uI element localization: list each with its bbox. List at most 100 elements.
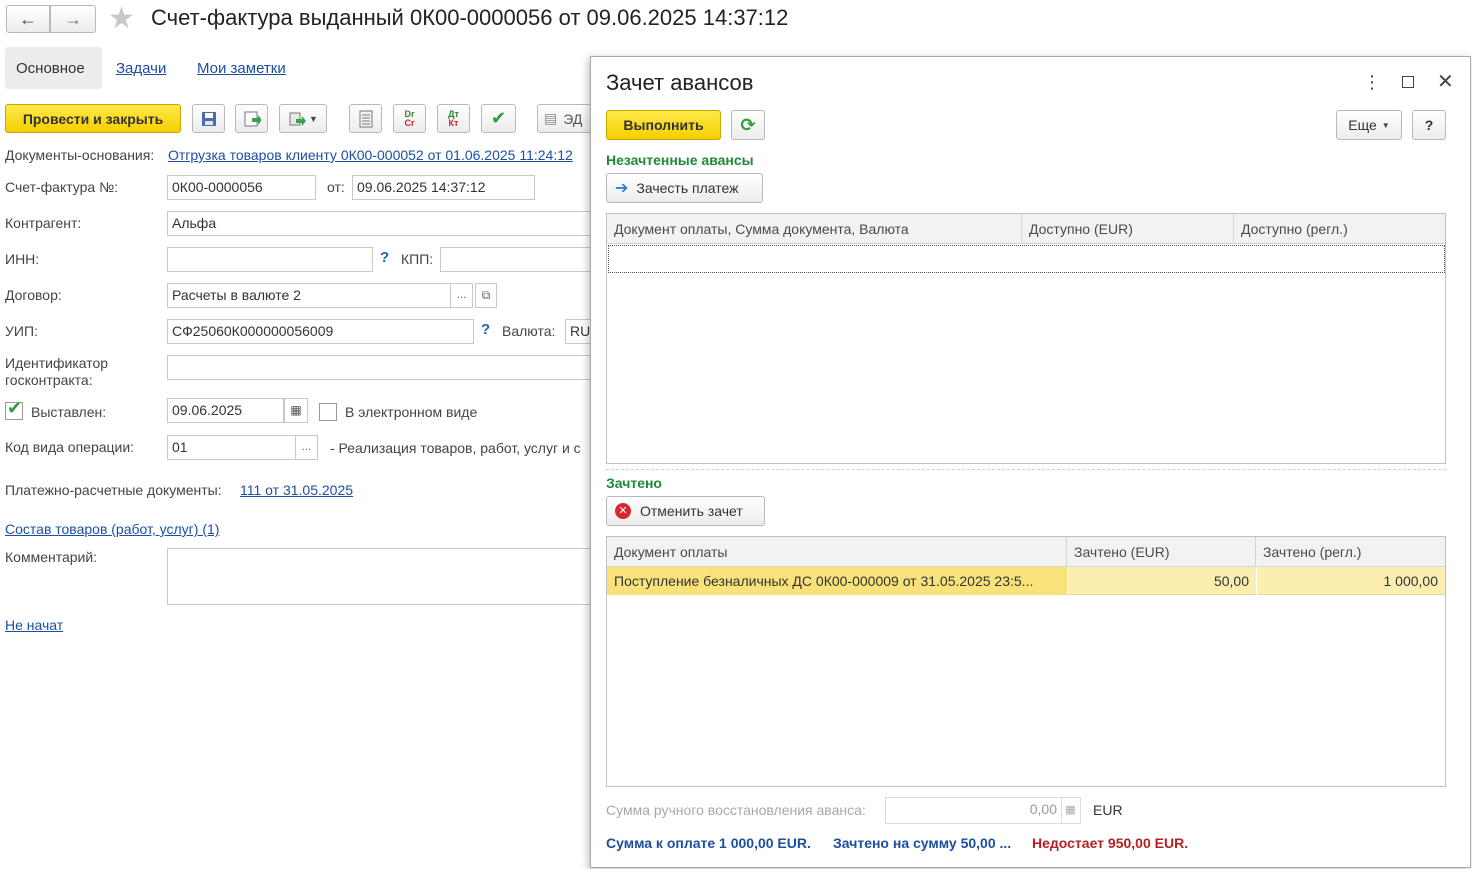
op-code-select-button[interactable]: ...	[296, 435, 318, 460]
gov-contract-field[interactable]	[167, 355, 592, 380]
create-based-on-button[interactable]: ▼	[279, 104, 327, 133]
tab-tasks[interactable]: Задачи	[116, 60, 166, 77]
section-divider	[606, 469, 1446, 470]
favorite-star-icon[interactable]: ★	[108, 2, 135, 36]
applied-grid-header: Документ оплаты Зачтено (EUR) Зачтено (р…	[607, 537, 1445, 567]
unapplied-section-title: Незачтенные авансы	[606, 152, 754, 168]
issued-label: Выставлен:	[31, 404, 107, 420]
chevron-down-icon: ▼	[309, 113, 318, 124]
electronic-label: В электронном виде	[345, 404, 478, 420]
issued-date-field[interactable]: 09.06.2025	[167, 398, 284, 423]
calculator-button[interactable]: ▦	[1061, 797, 1081, 824]
kpp-field[interactable]	[440, 247, 592, 272]
status-link[interactable]: Не начат	[5, 617, 63, 633]
electronic-checkbox[interactable]	[319, 403, 337, 421]
more-button[interactable]: Еще ▼	[1336, 110, 1402, 140]
goods-composition-link[interactable]: Состав товаров (работ, услуг) (1)	[5, 521, 219, 537]
summary-applied: Зачтено на сумму 50,00 ...	[833, 835, 1012, 851]
calendar-button[interactable]: ▦	[284, 398, 308, 423]
cancel-apply-label: Отменить зачет	[640, 503, 743, 519]
contract-field[interactable]: Расчеты в валюте 2	[167, 283, 451, 308]
empty-row-focus[interactable]	[608, 245, 1445, 273]
op-code-field[interactable]: 01	[167, 435, 296, 460]
chevron-down-icon: ▼	[1381, 120, 1390, 130]
checkmark-icon: ✔	[490, 108, 507, 128]
payment-docs-link[interactable]: 111 от 31.05.2025	[240, 482, 353, 498]
basis-link[interactable]: Отгрузка товаров клиенту 0К00-000052 от …	[168, 147, 573, 163]
column-header[interactable]: Зачтено (регл.)	[1256, 537, 1445, 567]
post-button[interactable]	[235, 104, 268, 133]
edo-button[interactable]: ▤ ЭД	[537, 104, 597, 133]
list-report-button[interactable]	[349, 104, 382, 133]
post-and-close-button[interactable]: Провести и закрыть	[5, 104, 181, 133]
apply-payment-button[interactable]: ➔ Зачесть платеж	[606, 173, 763, 203]
column-header[interactable]: Документ оплаты, Сумма документа, Валюта	[607, 214, 1022, 244]
edo-icon: ▤	[544, 110, 558, 126]
op-code-description: - Реализация товаров, работ, услуг и с	[330, 440, 581, 456]
inn-label: ИНН:	[5, 251, 40, 267]
contract-label: Договор:	[5, 287, 62, 303]
create-based-icon	[289, 112, 307, 126]
column-header[interactable]: Документ оплаты	[607, 537, 1067, 567]
from-label: от:	[327, 179, 345, 195]
execute-button[interactable]: Выполнить	[606, 110, 721, 140]
op-code-label: Код вида операции:	[5, 439, 135, 455]
summary-missing: Недостает 950,00 EUR.	[1032, 835, 1189, 851]
applied-section-title: Зачтено	[606, 475, 662, 491]
currency-label: Валюта:	[502, 323, 556, 339]
manual-restore-field[interactable]: 0,00	[885, 797, 1062, 824]
save-button[interactable]	[192, 104, 225, 133]
maximize-icon[interactable]	[1402, 76, 1414, 88]
applied-row-doc: Поступление безналичных ДС 0К00-000009 о…	[607, 567, 1067, 595]
help-button[interactable]: ?	[1412, 110, 1446, 140]
counterparty-field[interactable]: Альфа	[167, 211, 592, 236]
invoice-number-field[interactable]: 0К00-0000056	[167, 175, 316, 200]
comment-field[interactable]	[167, 548, 592, 605]
document-list-icon	[359, 110, 372, 127]
dt-kt-button[interactable]: Дт Кт	[437, 104, 470, 133]
cancel-circle-icon: ✕	[615, 503, 631, 519]
column-header[interactable]: Доступно (EUR)	[1022, 214, 1234, 244]
dr-cr-icon: Dr Cr	[404, 108, 415, 128]
inn-field[interactable]	[167, 247, 373, 272]
comment-label: Комментарий:	[5, 549, 98, 565]
apply-payment-label: Зачесть платеж	[636, 180, 739, 196]
column-header[interactable]: Зачтено (EUR)	[1067, 537, 1256, 567]
checkmark-icon: ✔	[7, 398, 23, 418]
uip-field[interactable]: СФ25060К000000056009	[167, 319, 474, 344]
forward-button[interactable]: →	[50, 5, 96, 33]
uip-help-icon[interactable]: ?	[481, 321, 490, 338]
gov-id-label-2: госконтракта:	[5, 372, 93, 388]
tab-notes[interactable]: Мои заметки	[197, 60, 286, 77]
manual-restore-label: Сумма ручного восстановления аванса:	[606, 802, 866, 818]
check-button[interactable]: ✔	[481, 104, 516, 133]
back-button[interactable]: ←	[6, 5, 50, 33]
issued-checkbox[interactable]: ✔	[5, 398, 23, 420]
contract-open-icon[interactable]: ⧉	[475, 283, 497, 308]
manual-restore-currency: EUR	[1093, 802, 1123, 818]
counterparty-label: Контрагент:	[5, 215, 82, 231]
invoice-date-field[interactable]: 09.06.2025 14:37:12	[352, 175, 535, 200]
uip-label: УИП:	[5, 323, 38, 339]
invoice-number-label: Счет-фактура №:	[5, 179, 119, 195]
post-document-icon	[244, 111, 261, 126]
inn-help-icon[interactable]: ?	[380, 249, 389, 266]
table-row[interactable]: Поступление безналичных ДС 0К00-000009 о…	[607, 567, 1445, 595]
more-vertical-icon[interactable]: ⋮	[1363, 72, 1381, 92]
tab-main-label[interactable]: Основное	[16, 60, 85, 77]
arrow-right-icon: →	[64, 8, 82, 29]
summary-total: Сумма к оплате 1 000,00 EUR.	[606, 835, 811, 851]
payment-docs-label: Платежно-расчетные документы:	[5, 482, 222, 498]
gov-id-label-1: Идентификатор	[5, 355, 109, 371]
refresh-icon: ⟳	[740, 114, 756, 135]
calendar-icon: ▦	[290, 403, 302, 417]
arrow-right-icon: ➔	[615, 180, 629, 197]
arrow-left-icon: ←	[19, 8, 37, 29]
dr-cr-button[interactable]: Dr Cr	[393, 104, 426, 133]
column-header[interactable]: Доступно (регл.)	[1234, 214, 1445, 244]
refresh-button[interactable]: ⟳	[731, 110, 765, 140]
close-icon[interactable]: ✕	[1437, 70, 1454, 94]
cancel-apply-button[interactable]: ✕ Отменить зачет	[606, 496, 765, 526]
contract-select-button[interactable]: ...	[451, 283, 473, 308]
window-title: Счет-фактура выданный 0К00-0000056 от 09…	[151, 5, 789, 30]
